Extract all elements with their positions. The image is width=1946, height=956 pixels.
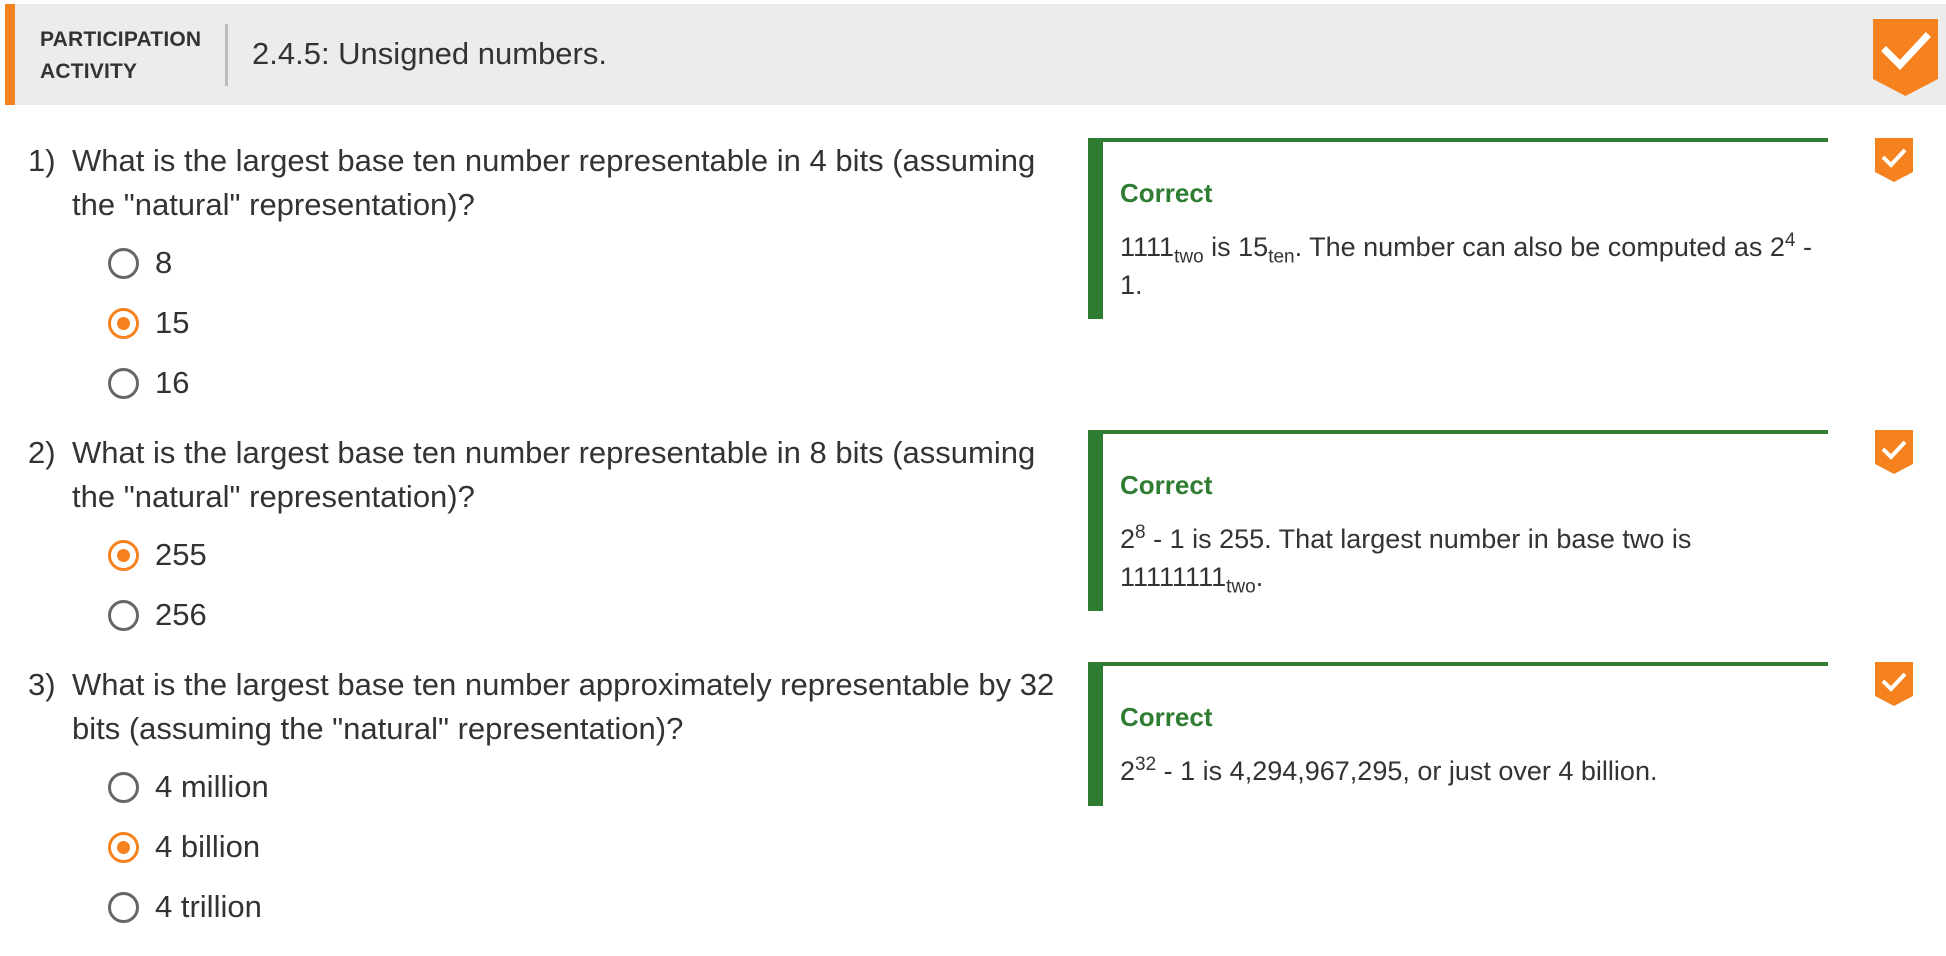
- feedback-title: Correct: [1120, 470, 1213, 500]
- completion-check-icon: [1873, 19, 1938, 96]
- question-text: What is the largest base ten number appr…: [72, 667, 1055, 746]
- choice-label: 15: [155, 305, 190, 340]
- choice-4-billion[interactable]: 4 billion: [108, 825, 260, 869]
- radio-button[interactable]: [108, 599, 139, 631]
- question-text: What is the largest base ten number repr…: [72, 143, 1036, 222]
- question-text: What is the largest base ten number repr…: [72, 435, 1036, 514]
- feedback-panel-3: Correct 232 - 1 is 4,294,967,295, or jus…: [1088, 662, 1828, 806]
- feedback-title: Correct: [1120, 702, 1213, 732]
- radio-button-selected[interactable]: [108, 307, 139, 339]
- choice-label: 4 million: [155, 769, 269, 804]
- participation-activity: PARTICIPATION ACTIVITY 2.4.5: Unsigned n…: [5, 4, 1946, 956]
- activity-title: 2.4.5: Unsigned numbers.: [252, 36, 607, 71]
- feedback-explanation: 1111two is 15ten. The number can also be…: [1120, 230, 1812, 300]
- feedback-explanation: 232 - 1 is 4,294,967,295, or just over 4…: [1120, 754, 1658, 786]
- choice-8[interactable]: 8: [108, 241, 172, 285]
- question-number: 3): [28, 667, 56, 702]
- header-divider: [225, 24, 228, 86]
- choice-15[interactable]: 15: [108, 301, 189, 345]
- radio-button-selected[interactable]: [108, 831, 139, 863]
- activity-type-line1: PARTICIPATION: [40, 28, 202, 51]
- feedback-explanation: 28 - 1 is 255. That largest number in ba…: [1120, 522, 1692, 598]
- question-3-check-icon: [1875, 662, 1913, 706]
- question-number: 1): [28, 143, 56, 178]
- choice-label: 16: [155, 365, 190, 400]
- choice-4-million[interactable]: 4 million: [108, 765, 269, 809]
- choice-255[interactable]: 255: [108, 533, 207, 577]
- choice-label: 4 billion: [155, 829, 261, 864]
- choice-4-trillion[interactable]: 4 trillion: [108, 885, 262, 929]
- choice-label: 255: [155, 537, 207, 572]
- activity-type-label: PARTICIPATION ACTIVITY: [40, 24, 210, 88]
- feedback-title: Correct: [1120, 178, 1213, 208]
- activity-header: PARTICIPATION ACTIVITY 2.4.5: Unsigned n…: [5, 4, 1946, 105]
- question-number: 2): [28, 435, 56, 470]
- activity-type-line2: ACTIVITY: [40, 60, 138, 83]
- feedback-panel-1: Correct 1111two is 15ten. The number can…: [1088, 138, 1828, 319]
- question-1-check-icon: [1875, 138, 1913, 182]
- question-2-check-icon: [1875, 430, 1913, 474]
- radio-button[interactable]: [108, 891, 139, 923]
- radio-button[interactable]: [108, 247, 139, 279]
- choice-label: 256: [155, 597, 207, 632]
- choice-16[interactable]: 16: [108, 361, 189, 405]
- radio-button[interactable]: [108, 771, 139, 803]
- choice-label: 8: [155, 245, 173, 280]
- choice-256[interactable]: 256: [108, 593, 207, 637]
- choice-label: 4 trillion: [155, 889, 262, 924]
- feedback-panel-2: Correct 28 - 1 is 255. That largest numb…: [1088, 430, 1828, 611]
- radio-button[interactable]: [108, 367, 139, 399]
- radio-button-selected[interactable]: [108, 539, 139, 571]
